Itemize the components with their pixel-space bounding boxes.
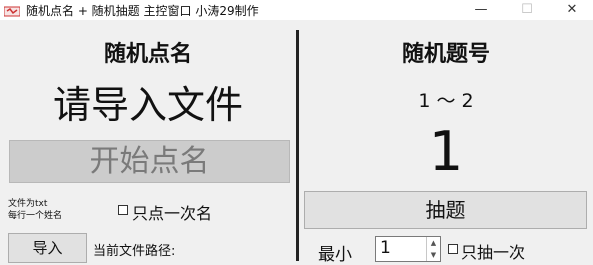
import-button[interactable]: 导入 (8, 233, 87, 263)
spin-up-icon[interactable]: ▲ (426, 237, 440, 249)
file-format-hint-line2: 每行一个姓名 (8, 211, 63, 221)
close-button[interactable]: ✕ (550, 0, 593, 20)
spin-down-icon[interactable]: ▼ (426, 249, 440, 261)
title-bar: 随机点名 + 随机抽题 主控窗口 小涛29制作 — ☐ ✕ (0, 0, 593, 20)
draw-once-checkbox[interactable] (448, 244, 458, 254)
number-range: 1 ～ 2 (418, 90, 474, 112)
random-question-title: 随机题号 (401, 42, 490, 67)
roll-once-label[interactable]: 只点一次名 (132, 200, 212, 224)
roll-once-checkbox[interactable] (118, 205, 128, 215)
minimize-button[interactable]: — (459, 0, 503, 20)
draw-once-label[interactable]: 只抽一次 (461, 239, 525, 263)
start-roll-call-button[interactable]: 开始点名 (9, 140, 290, 183)
min-number-stepper[interactable]: 1 ▲ ▼ (375, 236, 441, 262)
min-number-value[interactable]: 1 (380, 238, 391, 258)
current-question-number: 1 (428, 120, 464, 183)
file-path-label: 当前文件路径: (93, 244, 176, 259)
min-label: 最小 (318, 245, 352, 265)
app-icon (3, 3, 21, 17)
roll-call-title: 随机点名 (103, 42, 192, 67)
draw-question-button[interactable]: 抽题 (304, 191, 587, 229)
maximize-button[interactable]: ☐ (505, 0, 549, 20)
file-format-hint: 文件为txt (8, 199, 48, 209)
window-title: 随机点名 + 随机抽题 主控窗口 小涛29制作 (26, 4, 259, 18)
file-prompt-display: 请导入文件 (52, 83, 243, 127)
